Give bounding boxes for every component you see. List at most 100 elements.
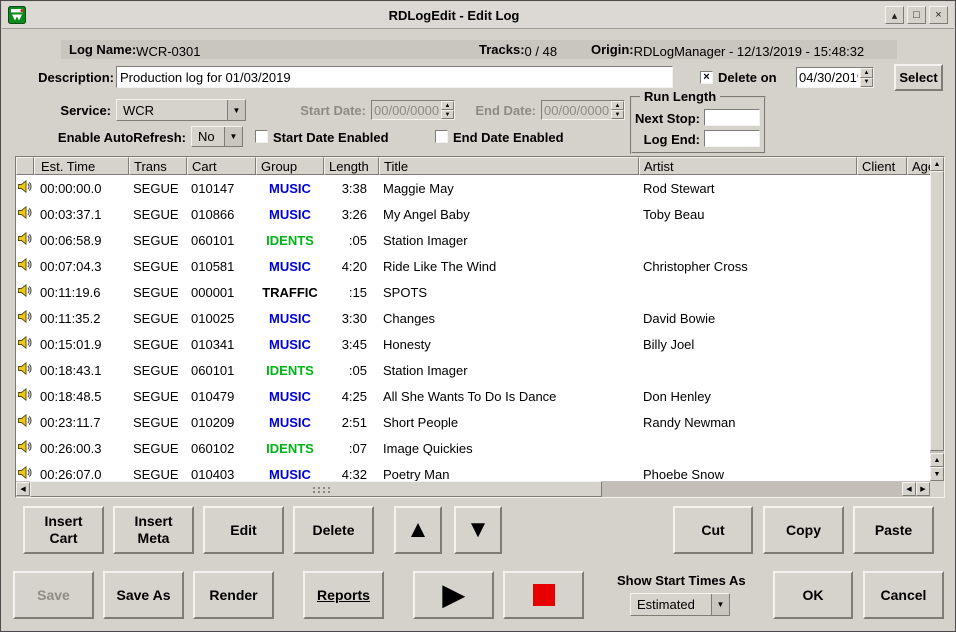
cell-trans: SEGUE [129,285,187,300]
cell-trans: SEGUE [129,441,187,456]
cell-group: MUSIC [256,207,324,222]
cell-group: TRAFFIC [256,285,324,300]
cell-est-time: 00:26:07.0 [34,467,129,482]
reports-button[interactable]: Reports [303,571,384,619]
cell-title: Short People [379,415,639,430]
log-table-row[interactable]: 00:11:19.6 SEGUE 000001 TRAFFIC :15 SPOT… [16,279,930,305]
log-table-row[interactable]: 00:26:07.0 SEGUE 010403 MUSIC 4:32 Poetr… [16,461,930,481]
ok-button[interactable]: OK [773,571,853,619]
cell-cart: 060101 [187,363,256,378]
log-table: Est. Time Trans Cart Group Length Title … [15,156,945,498]
show-start-times-combo[interactable]: Estimated ▼ [630,593,730,616]
end-date-enabled-checkbox[interactable] [435,130,448,143]
select-date-button[interactable]: Select [894,64,943,91]
scroll-up-icon[interactable]: ▲ [930,157,944,171]
horizontal-scrollbar[interactable]: ◀ ◀ ▶ [16,481,930,497]
chevron-down-icon: ▼ [711,594,729,615]
cell-title: Station Imager [379,233,639,248]
column-header-trans[interactable]: Trans [129,157,187,175]
log-table-row[interactable]: 00:26:00.3 SEGUE 060102 IDENTS :07 Image… [16,435,930,461]
description-input[interactable] [116,66,673,88]
next-stop-input[interactable] [704,109,760,126]
scroll-left-icon[interactable]: ◀ [16,482,30,496]
delete-date-spinbox[interactable]: ▲ ▼ [796,67,874,88]
save-as-button[interactable]: Save As [103,571,184,619]
delete-on-checkbox[interactable]: × [700,71,713,84]
save-button[interactable]: Save [13,571,94,619]
spin-up-icon: ▲ [611,101,624,110]
vertical-scroll-thumb[interactable] [930,171,944,451]
log-table-row[interactable]: 00:18:48.5 SEGUE 010479 MUSIC 4:25 All S… [16,383,930,409]
cell-cart: 010209 [187,415,256,430]
cell-artist: Phoebe Snow [639,467,857,482]
app-icon [8,6,26,24]
log-table-row[interactable]: 00:18:43.1 SEGUE 060101 IDENTS :05 Stati… [16,357,930,383]
render-button[interactable]: Render [193,571,274,619]
scroll-down-icon[interactable]: ▼ [930,467,944,481]
cell-trans: SEGUE [129,207,187,222]
delete-button[interactable]: Delete [293,506,374,554]
column-header-agency[interactable]: Agency [907,157,930,175]
titlebar[interactable]: RDLogEdit - Edit Log ▴ □ × [2,2,954,29]
spin-up-icon[interactable]: ▲ [860,68,873,78]
horizontal-scroll-thumb[interactable] [30,481,602,497]
spin-down-icon: ▼ [441,110,454,119]
scroll-right-icon[interactable]: ▶ [916,482,930,496]
paste-button[interactable]: Paste [853,506,934,554]
move-up-button[interactable]: ▲ [394,506,442,554]
copy-button[interactable]: Copy [763,506,844,554]
play-button[interactable]: ▶ [413,571,494,619]
log-end-input[interactable] [704,130,760,147]
start-date-enabled-checkbox[interactable] [255,130,268,143]
cell-cart: 060102 [187,441,256,456]
cell-cart: 010866 [187,207,256,222]
column-header-cart[interactable]: Cart [187,157,256,175]
column-header-length[interactable]: Length [324,157,379,175]
vertical-scrollbar[interactable]: ▲ ▲ ▼ [930,157,944,481]
log-table-row[interactable]: 00:00:00.0 SEGUE 010147 MUSIC 3:38 Maggi… [16,175,930,201]
service-combo[interactable]: WCR ▼ [116,99,246,121]
cell-title: Poetry Man [379,467,639,482]
cell-length: 2:51 [324,415,379,430]
maximize-icon[interactable]: □ [907,6,926,24]
spin-up-icon: ▲ [441,101,454,110]
column-header-artist[interactable]: Artist [639,157,857,175]
cell-artist: Christopher Cross [639,259,857,274]
cell-group: MUSIC [256,415,324,430]
column-header-group[interactable]: Group [256,157,324,175]
close-icon[interactable]: × [929,6,948,24]
delete-date-input[interactable] [797,68,860,87]
edit-button[interactable]: Edit [203,506,284,554]
log-table-row[interactable]: 00:23:11.7 SEGUE 010209 MUSIC 2:51 Short… [16,409,930,435]
column-header-icon[interactable] [16,157,34,175]
cell-title: My Angel Baby [379,207,639,222]
column-header-client[interactable]: Client [857,157,907,175]
scroll-left-icon[interactable]: ◀ [902,482,916,496]
log-table-row[interactable]: 00:11:35.2 SEGUE 010025 MUSIC 3:30 Chang… [16,305,930,331]
spin-down-icon[interactable]: ▼ [860,78,873,88]
autorefresh-combo[interactable]: No ▼ [191,126,243,147]
log-table-row[interactable]: 00:15:01.9 SEGUE 010341 MUSIC 3:45 Hones… [16,331,930,357]
move-down-button[interactable]: ▼ [454,506,502,554]
log-table-row[interactable]: 00:06:58.9 SEGUE 060101 IDENTS :05 Stati… [16,227,930,253]
cell-trans: SEGUE [129,259,187,274]
log-table-row[interactable]: 00:07:04.3 SEGUE 010581 MUSIC 4:20 Ride … [16,253,930,279]
insert-cart-button[interactable]: Insert Cart [23,506,104,554]
scroll-up-icon[interactable]: ▲ [930,453,944,467]
shade-icon[interactable]: ▴ [885,6,904,24]
end-date-spinbox: ▲ ▼ [541,100,625,120]
cell-trans: SEGUE [129,233,187,248]
insert-meta-button[interactable]: Insert Meta [113,506,194,554]
cell-length: 3:26 [324,207,379,222]
log-table-row[interactable]: 00:03:37.1 SEGUE 010866 MUSIC 3:26 My An… [16,201,930,227]
stop-button[interactable] [503,571,584,619]
cancel-button[interactable]: Cancel [863,571,944,619]
column-header-title[interactable]: Title [379,157,639,175]
cell-length: :15 [324,285,379,300]
column-header-time[interactable]: Est. Time [34,157,129,175]
speaker-icon [16,439,34,457]
chevron-down-icon: ▼ [224,127,242,146]
speaker-icon [16,335,34,353]
cut-button[interactable]: Cut [673,506,753,554]
speaker-icon [16,257,34,275]
